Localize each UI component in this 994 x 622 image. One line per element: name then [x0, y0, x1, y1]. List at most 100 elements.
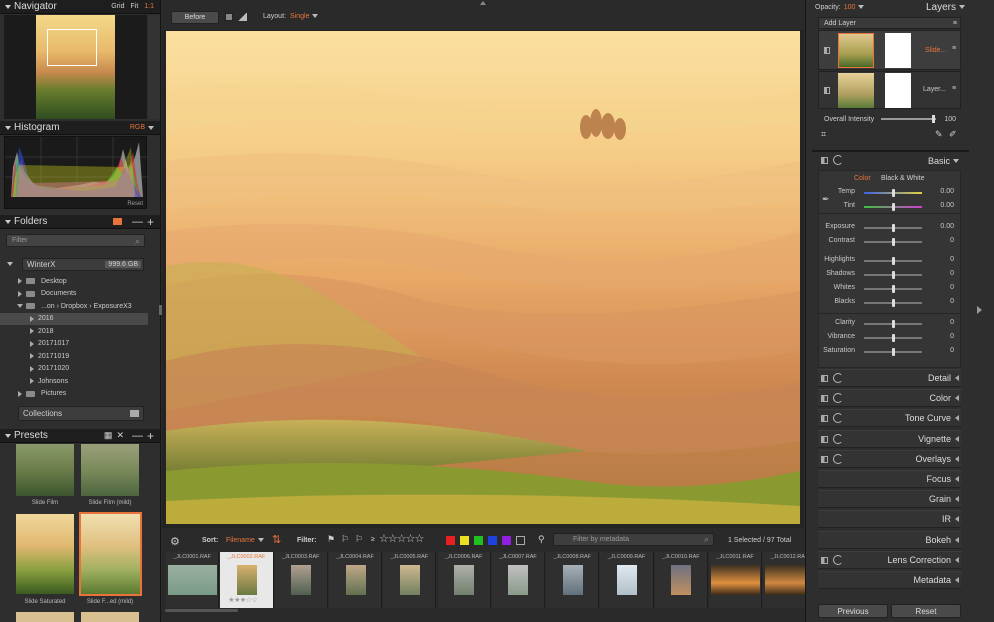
thumbnail-cell[interactable]: _JLC0004.RAF	[328, 552, 383, 608]
expand-icon[interactable]	[30, 378, 34, 385]
color-mode-tab[interactable]: Color	[854, 175, 871, 182]
slider-knob[interactable]	[891, 285, 895, 293]
preset-thumb[interactable]	[16, 444, 74, 496]
slider-knob[interactable]	[891, 257, 895, 265]
add-preset-icon[interactable]: +	[147, 429, 154, 443]
preset-thumb[interactable]	[16, 612, 74, 622]
collapse-top-icon[interactable]	[480, 1, 486, 5]
grid-view-icon[interactable]: ▦	[104, 430, 113, 441]
preset-thumb[interactable]	[81, 612, 139, 622]
panel-ir[interactable]: IR	[818, 510, 961, 529]
panel-toggle-icon[interactable]	[821, 395, 828, 403]
expand-icon[interactable]	[30, 340, 34, 347]
paint-icon[interactable]: ✐	[949, 129, 957, 140]
reset-button[interactable]: Reset	[891, 604, 961, 618]
slider-knob[interactable]	[891, 299, 895, 307]
collapse-icon[interactable]	[5, 219, 11, 224]
folder-item[interactable]: Documents	[0, 288, 148, 301]
adjustment-slider[interactable]	[864, 285, 922, 293]
intensity-slider[interactable]	[881, 115, 937, 123]
reset-icon[interactable]	[833, 393, 843, 404]
expand-icon[interactable]	[18, 278, 22, 285]
adjustment-slider[interactable]	[864, 299, 922, 307]
folder-item[interactable]: 20171019	[0, 350, 148, 363]
adjustment-slider[interactable]	[864, 224, 922, 232]
expand-icon[interactable]	[30, 328, 34, 335]
reset-icon[interactable]	[833, 554, 843, 565]
collapse-icon[interactable]	[5, 4, 11, 9]
slider-knob[interactable]	[891, 189, 895, 197]
thumbnail-cell[interactable]: _JLC0011.RAF	[709, 552, 763, 608]
add-folder-icon[interactable]: +	[147, 215, 154, 229]
layout-select[interactable]: Single	[290, 13, 319, 20]
panel-focus[interactable]: Focus	[818, 470, 961, 488]
adjustment-slider[interactable]	[864, 189, 922, 197]
bw-mode-tab[interactable]: Black & White	[881, 175, 925, 182]
panel-tone-curve[interactable]: Tone Curve	[818, 409, 961, 428]
expand-icon[interactable]	[17, 304, 23, 309]
preset-thumb[interactable]	[81, 444, 139, 496]
folder-item[interactable]: Desktop	[0, 275, 148, 288]
reset-icon[interactable]	[833, 453, 843, 464]
opacity-value[interactable]: 100	[844, 4, 856, 11]
thumbnail-cell[interactable]: _JLC0001.RAF	[166, 552, 220, 608]
preset-thumb-selected[interactable]	[79, 512, 142, 596]
panel-toggle-icon[interactable]	[821, 375, 828, 382]
thumbnail-rating[interactable]: ★★★☆☆	[228, 596, 257, 604]
adjustment-slider[interactable]	[864, 348, 922, 356]
panel-toggle-icon[interactable]	[821, 455, 828, 463]
thumbnail-cell[interactable]: _JLC0002.RAF ★★★☆☆	[220, 552, 274, 608]
panel-grain[interactable]: Grain	[818, 490, 961, 509]
reset-icon[interactable]	[833, 155, 843, 165]
panel-lens-correction[interactable]: Lens Correction	[818, 550, 961, 569]
expand-icon[interactable]	[30, 365, 34, 372]
adjustment-slider[interactable]	[864, 334, 922, 342]
slider-knob[interactable]	[891, 334, 895, 342]
folder-add-icon[interactable]	[112, 218, 122, 225]
panel-toggle-icon[interactable]	[821, 556, 828, 564]
folder-item[interactable]: 20171020	[0, 363, 148, 376]
left-splitter[interactable]	[159, 305, 162, 315]
remove-folder-icon[interactable]: —	[132, 216, 143, 228]
panel-toggle-icon[interactable]	[821, 157, 828, 164]
reset-icon[interactable]	[833, 413, 843, 424]
slider-knob[interactable]	[891, 224, 895, 232]
add-layer-button[interactable]: Add Layer ≡	[818, 17, 961, 29]
slider-knob[interactable]	[891, 203, 895, 211]
collapse-icon[interactable]	[5, 125, 11, 130]
expand-icon[interactable]	[30, 353, 34, 360]
panel-detail[interactable]: Detail	[818, 369, 961, 387]
thumbnail-cell[interactable]: _JLC0003.RAF	[274, 552, 328, 608]
adjustment-slider[interactable]	[864, 257, 922, 265]
expand-icon[interactable]	[18, 390, 22, 397]
layer-row-2[interactable]: Layer... ≡	[818, 71, 961, 109]
folder-item[interactable]: 2016	[0, 312, 148, 325]
shrink-icon[interactable]: ✕	[116, 430, 124, 441]
adjustment-slider[interactable]	[864, 320, 922, 328]
folder-item[interactable]: 2018	[0, 325, 148, 338]
histogram-mode-select[interactable]: RGB	[130, 124, 145, 131]
crop-icon[interactable]: ⌗	[821, 129, 826, 140]
nav-grid-button[interactable]: Grid	[111, 3, 124, 10]
panel-metadata[interactable]: Metadata	[818, 571, 961, 589]
preset-thumb[interactable]	[16, 514, 74, 594]
reset-icon[interactable]	[833, 373, 843, 383]
expand-icon[interactable]	[18, 290, 22, 297]
adjustment-slider[interactable]	[864, 271, 922, 279]
thumbnail-cell[interactable]: _JLC0005.RAF	[383, 552, 437, 608]
panel-overlays[interactable]: Overlays	[818, 449, 961, 468]
thumbnail-cell[interactable]: _JLC0009.RAF	[600, 552, 654, 608]
layer-row-1[interactable]: Slide... ≡	[818, 30, 961, 70]
filmstrip-scrollbar[interactable]	[165, 609, 238, 612]
folder-filter-input[interactable]: Filter ⌕	[6, 234, 145, 247]
layer-visibility-toggle[interactable]	[824, 87, 830, 94]
panel-color[interactable]: Color	[818, 389, 961, 408]
expand-icon[interactable]	[7, 262, 13, 266]
collapse-icon[interactable]	[5, 433, 11, 438]
compare-icon[interactable]	[238, 13, 247, 21]
slider-knob[interactable]	[891, 238, 895, 246]
main-photo[interactable]	[166, 31, 800, 524]
panel-vignette[interactable]: Vignette	[818, 429, 961, 448]
histogram-reset[interactable]: Reset	[127, 201, 143, 207]
slider-knob[interactable]	[891, 320, 895, 328]
